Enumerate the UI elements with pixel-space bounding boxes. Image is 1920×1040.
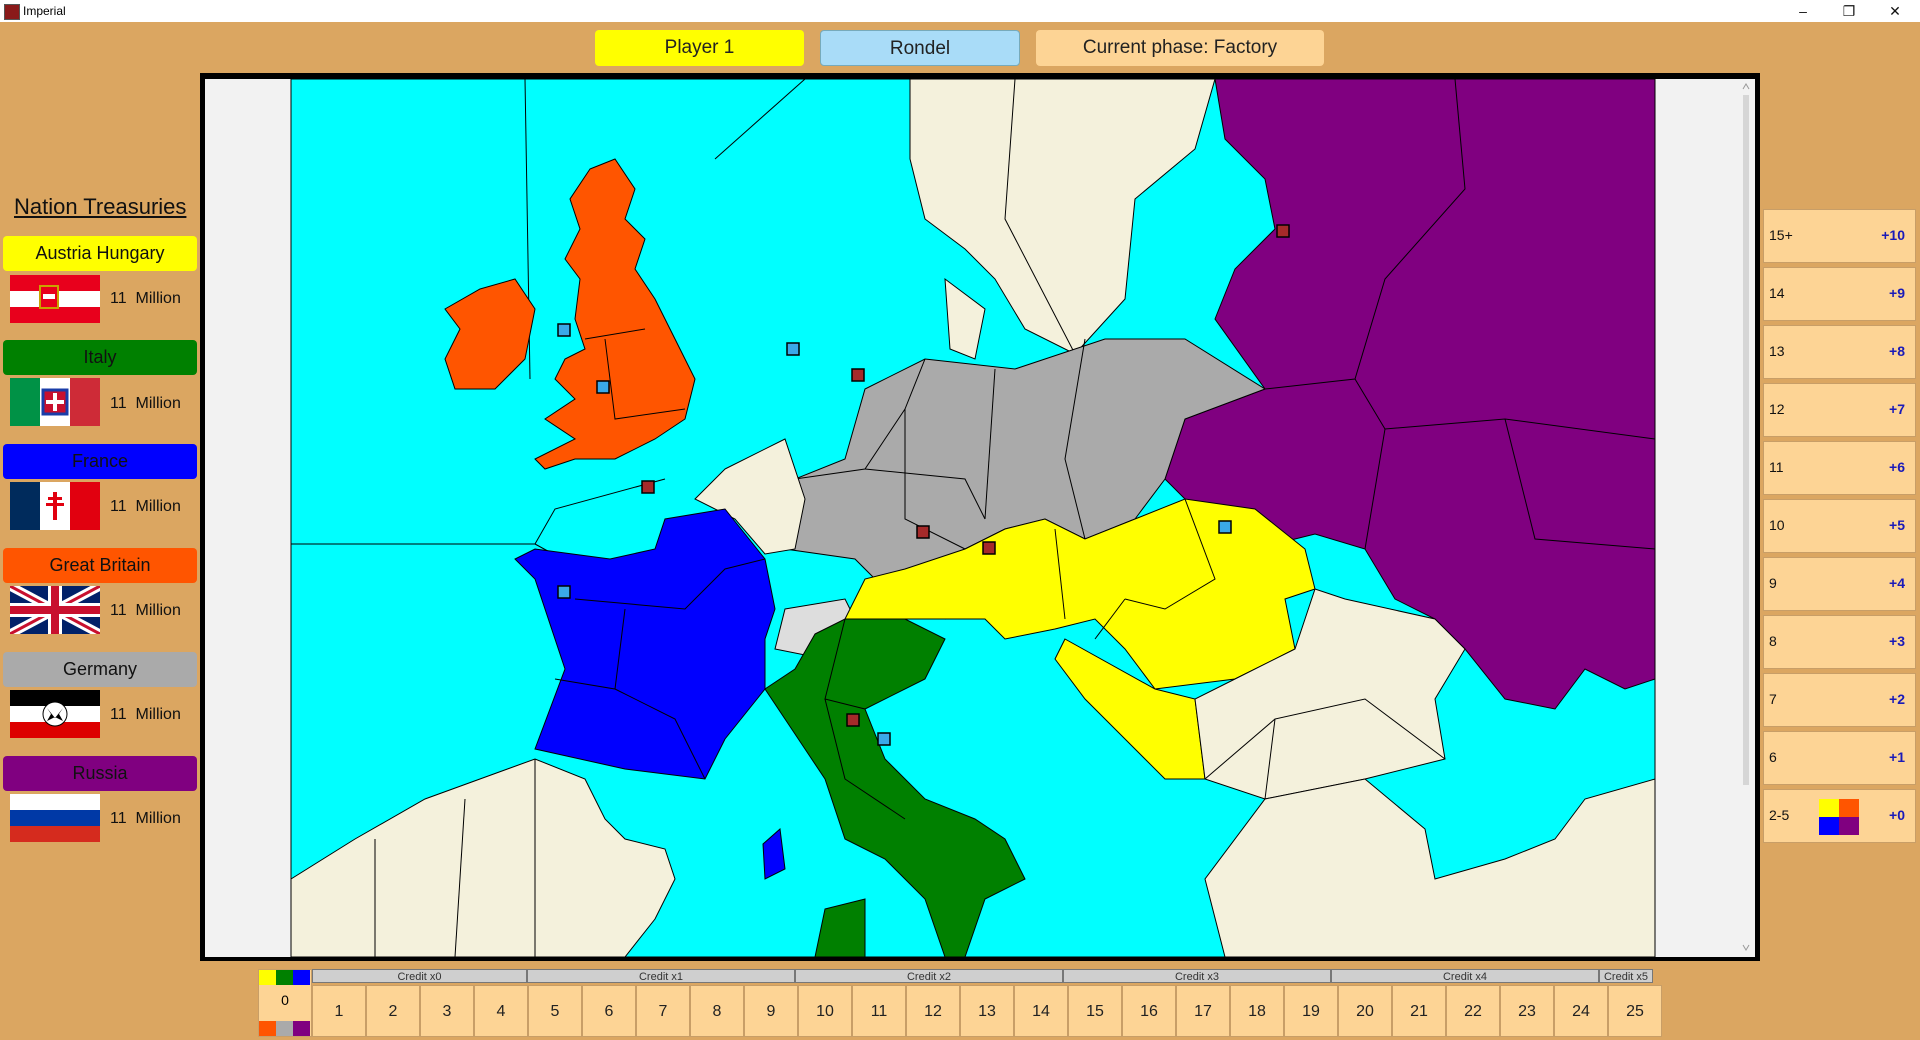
maximize-button[interactable]: ❐ xyxy=(1826,0,1872,22)
europe-map[interactable] xyxy=(205,78,1755,958)
power-scale-row: 8 +3 xyxy=(1763,615,1916,669)
treasury-italy: 11 Million xyxy=(110,395,181,412)
bond-cell[interactable]: 2 xyxy=(366,985,420,1037)
bond-cell[interactable]: 5 xyxy=(528,985,582,1037)
bond-cell[interactable]: 15 xyxy=(1068,985,1122,1037)
bond-cell[interactable]: 12 xyxy=(906,985,960,1037)
power-scale-row: 13 +8 xyxy=(1763,325,1916,379)
port-marker xyxy=(557,323,571,337)
credit-label: Credit x1 xyxy=(527,969,795,983)
port-marker xyxy=(1218,520,1232,534)
bond-cell[interactable]: 6 xyxy=(582,985,636,1037)
credit-label: Credit x0 xyxy=(312,969,527,983)
window-titlebar: Imperial – ❐ ✕ xyxy=(0,0,1920,22)
bond-cell[interactable]: 4 xyxy=(474,985,528,1037)
credit-label: Credit x3 xyxy=(1063,969,1331,983)
bond-cell[interactable]: 19 xyxy=(1284,985,1338,1037)
nation-name-britain: Great Britain xyxy=(3,548,197,583)
britain-flag-icon xyxy=(10,586,100,634)
bond-cell[interactable]: 11 xyxy=(852,985,906,1037)
austria-flag-icon xyxy=(10,275,100,323)
bond-cell[interactable]: 9 xyxy=(744,985,798,1037)
power-scale-panel: 15+ +10 14 +9 13 +8 12 +7 11 +6 10 +5 9 +4 8 +3 … xyxy=(1763,209,1916,847)
factory-marker xyxy=(982,541,996,555)
factory-marker xyxy=(1276,224,1290,238)
rondel-button[interactable]: Rondel xyxy=(820,30,1020,66)
port-marker xyxy=(786,342,800,356)
nation-name-russia: Russia xyxy=(3,756,197,791)
factory-marker xyxy=(851,368,865,382)
start-tokens-icon: 0 xyxy=(258,969,312,1037)
treasury-france: 11 Million xyxy=(110,498,181,515)
nation-name-italy: Italy xyxy=(3,340,197,375)
power-scale-row: 10 +5 xyxy=(1763,499,1916,553)
germany-flag-icon xyxy=(10,690,100,738)
map-vertical-scrollbar[interactable] xyxy=(1741,81,1751,955)
close-button[interactable]: ✕ xyxy=(1872,0,1918,22)
power-scale-row: 6 +1 xyxy=(1763,731,1916,785)
power-scale-row: 11 +6 xyxy=(1763,441,1916,495)
bond-cell[interactable]: 8 xyxy=(690,985,744,1037)
nation-name-austria: Austria Hungary xyxy=(3,236,197,271)
nation-name-france: France xyxy=(3,444,197,479)
bond-cell[interactable]: 22 xyxy=(1446,985,1500,1037)
factory-marker xyxy=(641,480,655,494)
power-scale-row: 7 +2 xyxy=(1763,673,1916,727)
port-marker xyxy=(596,380,610,394)
bond-cell[interactable]: 24 xyxy=(1554,985,1608,1037)
power-scale-row: 9 +4 xyxy=(1763,557,1916,611)
treasury-britain: 11 Million xyxy=(110,602,181,619)
credit-label: Credit x4 xyxy=(1331,969,1599,983)
start-cell: 0 xyxy=(281,992,289,1008)
factory-marker xyxy=(846,713,860,727)
italy-flag-icon xyxy=(10,378,100,426)
bond-cell[interactable]: 10 xyxy=(798,985,852,1037)
bond-cell[interactable]: 13 xyxy=(960,985,1014,1037)
app-icon xyxy=(4,4,20,20)
map-panel[interactable] xyxy=(205,78,1755,958)
port-marker xyxy=(557,585,571,599)
bond-cell[interactable]: 16 xyxy=(1122,985,1176,1037)
power-scale-row: 14 +9 xyxy=(1763,267,1916,321)
power-scale-row-start: 2-5 +0 xyxy=(1763,789,1916,843)
treasury-austria: 11 Million xyxy=(110,290,181,307)
russia-flag-icon xyxy=(10,794,100,842)
credit-label: Credit x2 xyxy=(795,969,1063,983)
bond-cell[interactable]: 3 xyxy=(420,985,474,1037)
sidebar-title: Nation Treasuries xyxy=(14,194,187,219)
player-button[interactable]: Player 1 xyxy=(595,30,804,66)
power-scale-row: 15+ +10 xyxy=(1763,209,1916,263)
factory-marker xyxy=(916,525,930,539)
bond-cell[interactable]: 20 xyxy=(1338,985,1392,1037)
bond-cell[interactable]: 14 xyxy=(1014,985,1068,1037)
bond-cell[interactable]: 18 xyxy=(1230,985,1284,1037)
bond-cell[interactable]: 21 xyxy=(1392,985,1446,1037)
bond-cell[interactable]: 7 xyxy=(636,985,690,1037)
phase-indicator: Current phase: Factory xyxy=(1036,30,1324,66)
power-scale-row: 12 +7 xyxy=(1763,383,1916,437)
treasury-russia: 11 Million xyxy=(110,810,181,827)
port-marker xyxy=(877,732,891,746)
france-flag-icon xyxy=(10,482,100,530)
nation-tokens-icon xyxy=(1819,817,1859,835)
nation-name-germany: Germany xyxy=(3,652,197,687)
window-title: Imperial xyxy=(23,4,66,18)
bond-cell[interactable]: 25 xyxy=(1608,985,1662,1037)
minimize-button[interactable]: – xyxy=(1780,0,1826,22)
bond-cell[interactable]: 1 xyxy=(312,985,366,1037)
credit-label: Credit x5 xyxy=(1599,969,1653,983)
bond-cell[interactable]: 17 xyxy=(1176,985,1230,1037)
bond-cell[interactable]: 23 xyxy=(1500,985,1554,1037)
treasury-germany: 11 Million xyxy=(110,706,181,723)
